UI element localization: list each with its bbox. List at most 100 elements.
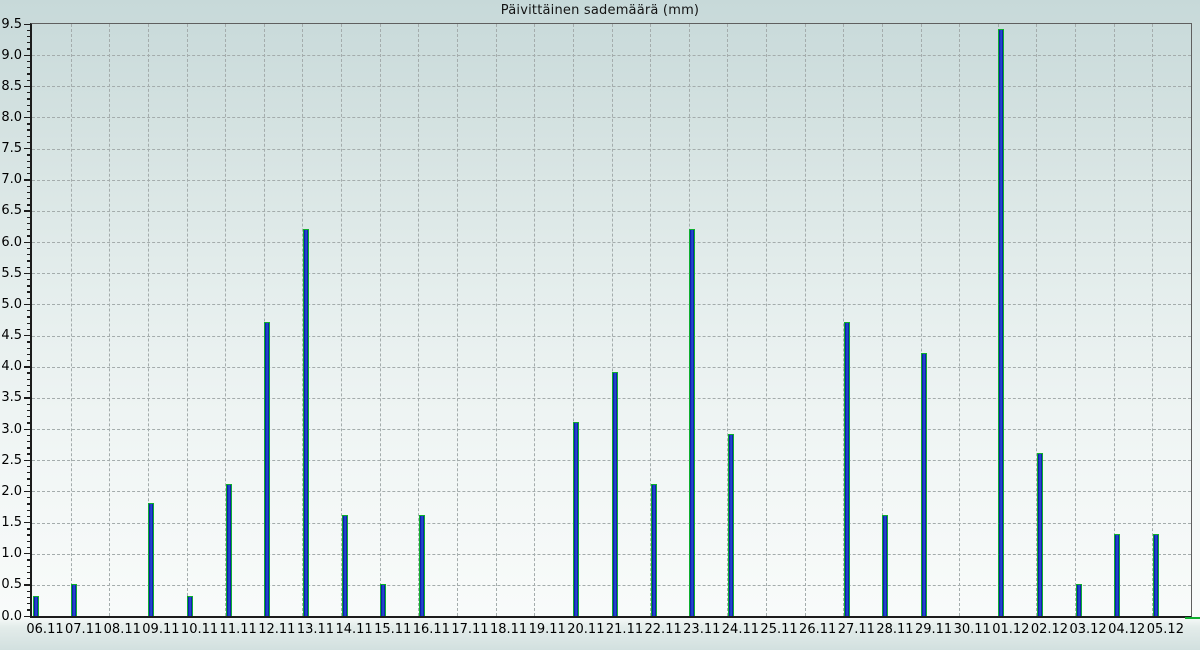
- y-major-tick: [24, 242, 30, 243]
- y-minor-tick: [27, 372, 30, 373]
- y-major-tick: [24, 522, 30, 523]
- bar: [419, 515, 425, 616]
- y-major-tick: [24, 584, 30, 585]
- v-gridline: [380, 24, 381, 616]
- y-major-tick: [24, 55, 30, 56]
- y-minor-tick: [27, 67, 30, 68]
- y-minor-tick: [27, 329, 30, 330]
- y-minor-tick: [27, 466, 30, 467]
- chart-title: Päivittäinen sademäärä (mm): [0, 3, 1200, 18]
- y-minor-tick: [27, 385, 30, 386]
- y-tick-label: 0.0: [0, 610, 22, 623]
- y-major-tick: [24, 366, 30, 367]
- bar: [33, 596, 39, 616]
- y-major-tick: [24, 553, 30, 554]
- x-tick-label: 11.11: [216, 622, 260, 637]
- y-minor-tick: [27, 547, 30, 548]
- y-major-tick: [24, 429, 30, 430]
- y-tick-label: 7.0: [0, 173, 22, 186]
- y-minor-tick: [27, 591, 30, 592]
- y-minor-tick: [27, 478, 30, 479]
- bar: [689, 229, 695, 616]
- x-tick-label: 25.11: [757, 622, 801, 637]
- y-minor-tick: [27, 354, 30, 355]
- y-minor-tick: [27, 391, 30, 392]
- y-minor-tick: [27, 291, 30, 292]
- y-major-tick: [24, 491, 30, 492]
- v-gridline: [71, 24, 72, 616]
- y-minor-tick: [27, 80, 30, 81]
- y-minor-tick: [27, 597, 30, 598]
- v-gridline: [187, 24, 188, 616]
- y-minor-tick: [27, 379, 30, 380]
- bar: [651, 484, 657, 616]
- x-tick-label: 07.11: [62, 622, 106, 637]
- y-minor-tick: [27, 186, 30, 187]
- bar: [573, 422, 579, 616]
- y-minor-tick: [27, 61, 30, 62]
- y-minor-tick: [27, 198, 30, 199]
- x-tick-label: 05.12: [1143, 622, 1187, 637]
- bar: [844, 322, 850, 616]
- y-minor-tick: [27, 497, 30, 498]
- y-minor-tick: [27, 48, 30, 49]
- y-minor-tick: [27, 503, 30, 504]
- y-minor-tick: [27, 435, 30, 436]
- y-minor-tick: [27, 578, 30, 579]
- y-tick-label: 2.0: [0, 485, 22, 498]
- y-tick-label: 7.5: [0, 142, 22, 155]
- y-major-tick: [24, 210, 30, 211]
- y-tick-label: 3.0: [0, 423, 22, 436]
- y-tick-label: 1.0: [0, 547, 22, 560]
- y-major-tick: [24, 86, 30, 87]
- y-minor-tick: [27, 541, 30, 542]
- y-minor-tick: [27, 566, 30, 567]
- x-tick-label: 30.11: [950, 622, 994, 637]
- bar: [998, 29, 1004, 616]
- y-minor-tick: [27, 42, 30, 43]
- y-major-tick: [24, 335, 30, 336]
- v-gridline: [109, 24, 110, 616]
- x-tick-label: 21.11: [603, 622, 647, 637]
- y-minor-tick: [27, 36, 30, 37]
- x-tick-label: 10.11: [178, 622, 222, 637]
- x-tick-label: 02.12: [1027, 622, 1071, 637]
- y-major-tick: [24, 460, 30, 461]
- y-minor-tick: [27, 192, 30, 193]
- y-minor-tick: [27, 111, 30, 112]
- y-tick-label: 2.5: [0, 454, 22, 467]
- y-minor-tick: [27, 404, 30, 405]
- y-major-tick: [24, 24, 30, 25]
- x-tick-label: 17.11: [448, 622, 492, 637]
- v-gridline: [1152, 24, 1153, 616]
- y-minor-tick: [27, 229, 30, 230]
- x-tick-label: 01.12: [989, 622, 1033, 637]
- y-tick-label: 5.5: [0, 267, 22, 280]
- y-minor-tick: [27, 603, 30, 604]
- y-minor-tick: [27, 267, 30, 268]
- v-gridline: [496, 24, 497, 616]
- y-minor-tick: [27, 559, 30, 560]
- y-minor-tick: [27, 92, 30, 93]
- x-tick-label: 28.11: [873, 622, 917, 637]
- y-major-tick: [24, 616, 30, 617]
- bar: [882, 515, 888, 616]
- y-major-tick: [24, 304, 30, 305]
- y-minor-tick: [27, 161, 30, 162]
- x-tick-label: 03.12: [1066, 622, 1110, 637]
- y-minor-tick: [27, 516, 30, 517]
- bar: [921, 353, 927, 616]
- x-tick-label: 08.11: [100, 622, 144, 637]
- x-tick-label: 23.11: [680, 622, 724, 637]
- y-minor-tick: [27, 129, 30, 130]
- y-minor-tick: [27, 223, 30, 224]
- y-minor-tick: [27, 123, 30, 124]
- x-tick-label: 26.11: [796, 622, 840, 637]
- bar: [728, 434, 734, 616]
- y-minor-tick: [27, 204, 30, 205]
- x-tick-label: 20.11: [564, 622, 608, 637]
- y-major-tick: [24, 273, 30, 274]
- y-minor-tick: [27, 310, 30, 311]
- x-tick-label: 12.11: [255, 622, 299, 637]
- y-tick-label: 3.5: [0, 391, 22, 404]
